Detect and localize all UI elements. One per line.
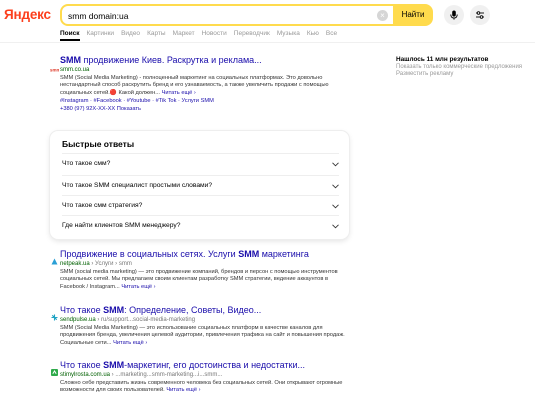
sendpulse-favicon-icon xyxy=(51,308,59,321)
read-more-link[interactable]: Читать ещё › xyxy=(162,90,196,96)
chevron-down-icon xyxy=(332,204,339,209)
microphone-icon xyxy=(450,10,458,20)
result-url[interactable]: stimylrosta.com.ua › ...marketing...smm-… xyxy=(60,371,350,380)
search-settings-button[interactable] xyxy=(470,5,490,25)
netpeak-favicon-icon xyxy=(51,252,59,265)
header: Яндекс × Найти xyxy=(0,0,535,30)
result-url[interactable]: smm.co.ua xyxy=(60,66,350,75)
read-more-link[interactable]: Читать ещё › xyxy=(113,340,147,346)
stimylrosta-favicon-icon xyxy=(51,363,59,376)
results-info: Нашлось 11 млн результатов Показать толь… xyxy=(396,56,534,79)
result-title[interactable]: Что такое SMM-маркетинг, его достоинства… xyxy=(60,360,350,371)
search-result: Что такое SMM: Определение, Советы, Виде… xyxy=(60,305,350,347)
chevron-down-icon xyxy=(332,162,339,167)
close-icon: × xyxy=(380,10,385,20)
clear-search-button[interactable]: × xyxy=(377,9,388,21)
result-title[interactable]: SMM продвижение Киев. Раскрутка и реклам… xyxy=(60,55,350,66)
faq-item[interactable]: Что такое смм стратегия? xyxy=(62,195,339,215)
read-more-link[interactable]: Читать ещё › xyxy=(166,387,200,393)
commercial-offers-link[interactable]: Показать только коммерческие предложения xyxy=(396,64,534,71)
advertise-link[interactable]: Разместить рекламу xyxy=(396,71,534,78)
faq-item[interactable]: Что такое смм? xyxy=(62,153,339,173)
result-snippet: Сложно себе представить жизнь современно… xyxy=(60,380,343,394)
search-box: × Найти xyxy=(60,4,433,26)
quick-answers: Быстрые ответы Что такое смм? Что такое … xyxy=(50,131,349,239)
find-button[interactable]: Найти xyxy=(393,4,433,26)
result-title[interactable]: Что такое SMM: Определение, Советы, Виде… xyxy=(60,305,350,316)
result-title[interactable]: Продвижение в социальных сетях. Услуги S… xyxy=(60,249,350,260)
result-snippet: SMM (Social Media Marketing) - полноценн… xyxy=(60,75,329,96)
chevron-down-icon xyxy=(332,184,339,189)
result-snippet: SMM (Social Media Marketing) — это испол… xyxy=(60,325,345,346)
result-phone[interactable]: +380 (97) 92X-XX-XX Показать xyxy=(60,105,350,113)
result-url[interactable]: netpeak.ua › Услуги › smm xyxy=(60,260,350,269)
read-more-link[interactable]: Читать ещё › xyxy=(121,284,155,290)
smm-favicon-icon: smm xyxy=(50,59,61,73)
results-count: Нашлось 11 млн результатов xyxy=(396,56,489,63)
quick-answers-title: Быстрые ответы xyxy=(62,139,135,149)
result-sitelinks[interactable]: #Instagram · #Facebook · #Youtube · #Tik… xyxy=(60,97,350,105)
active-tab-indicator xyxy=(60,39,80,41)
result-url[interactable]: sendpulse.ua › ru/support...social-media… xyxy=(60,316,350,325)
faq-item[interactable]: Что такое SMM специалист простыми словам… xyxy=(62,175,339,195)
sliders-icon xyxy=(476,11,484,19)
search-result: Что такое SMM-маркетинг, его достоинства… xyxy=(60,360,350,395)
svg-text:smm: smm xyxy=(50,68,59,73)
voice-search-button[interactable] xyxy=(444,5,464,25)
chevron-down-icon xyxy=(332,224,339,229)
faq-item[interactable]: Где найти клиентов SMM менеджеру? xyxy=(62,215,339,235)
yandex-logo[interactable]: Яндекс xyxy=(4,7,51,22)
search-input[interactable] xyxy=(68,8,368,23)
divider xyxy=(0,42,535,43)
result-snippet: SMM (social media marketing) — это продв… xyxy=(60,269,338,290)
search-result: SMM продвижение Киев. Раскрутка и реклам… xyxy=(60,55,350,113)
search-result: Продвижение в социальных сетях. Услуги S… xyxy=(60,249,350,291)
